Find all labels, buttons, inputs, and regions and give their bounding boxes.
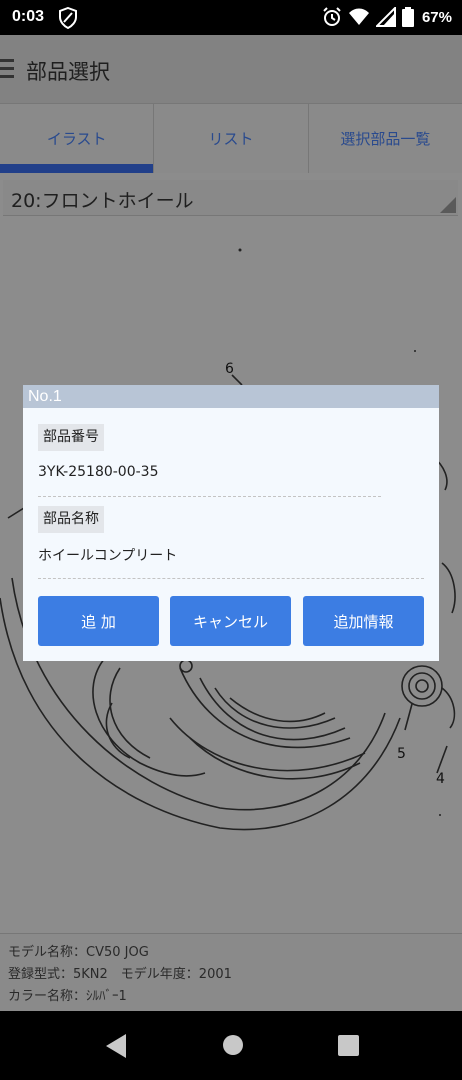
model-name: モデル名称：CV50 JOG: [8, 945, 149, 960]
divider: [38, 578, 424, 579]
callout-5: 5: [397, 746, 406, 762]
wifi-icon: [348, 8, 369, 25]
tab-selected-parts-label: 選択部品一覧: [340, 130, 431, 148]
tab-illustration-label: イラスト: [46, 130, 107, 148]
tab-list[interactable]: リスト: [154, 104, 309, 173]
part-number-label: 部品番号: [38, 424, 104, 451]
tab-bar: イラスト リスト 選択部品一覧: [0, 103, 462, 173]
part-name-label: 部品名称: [38, 506, 104, 533]
cancel-button[interactable]: キャンセル: [170, 596, 291, 646]
cellular-signal-icon: [375, 7, 396, 27]
tab-list-label: リスト: [208, 130, 254, 148]
more-info-button[interactable]: 追加情報: [303, 596, 424, 646]
section-dropdown[interactable]: 20:フロントホイール: [3, 180, 458, 216]
home-icon[interactable]: [222, 1034, 244, 1056]
registration-type-and-year: 登録型式：5KN2 モデル年度：2001: [8, 967, 232, 982]
section-dropdown-value: 20:フロントホイール: [11, 190, 194, 212]
divider: [38, 496, 381, 497]
back-icon[interactable]: [104, 1033, 128, 1059]
system-nav-bar: [0, 1011, 462, 1080]
part-number-value: 3YK-25180-00-35: [38, 464, 159, 480]
callout-4: 4: [436, 771, 445, 787]
alarm-icon: [323, 7, 341, 26]
page-title: 部品選択: [26, 60, 110, 84]
battery-percent: 67%: [421, 8, 452, 26]
tab-illustration[interactable]: イラスト: [0, 104, 155, 173]
shield-icon: [59, 7, 77, 29]
dialog-title: No.1: [23, 385, 439, 408]
color-name: カラー名称：ｼﾙﾊﾞｰ1: [8, 989, 127, 1004]
part-detail-dialog: No.1 部品番号 3YK-25180-00-35 部品名称 ホイールコンプリー…: [23, 385, 439, 661]
model-info-panel: モデル名称：CV50 JOG 登録型式：5KN2 モデル年度：2001 カラー名…: [0, 933, 462, 1011]
status-time: 0:03: [12, 8, 45, 25]
battery-icon: [401, 7, 414, 27]
status-icons: 67%: [322, 7, 452, 27]
callout-6: 6: [225, 361, 234, 377]
part-name-value: ホイールコンプリート: [38, 548, 178, 564]
dropdown-arrow-icon: [440, 197, 456, 213]
tab-selected-parts[interactable]: 選択部品一覧: [309, 104, 462, 173]
status-bar: 0:03 67%: [0, 0, 462, 35]
recents-icon[interactable]: [338, 1035, 360, 1057]
add-button[interactable]: 追 加: [38, 596, 159, 646]
menu-icon[interactable]: [0, 59, 14, 79]
app-bar: 部品選択: [0, 35, 462, 103]
